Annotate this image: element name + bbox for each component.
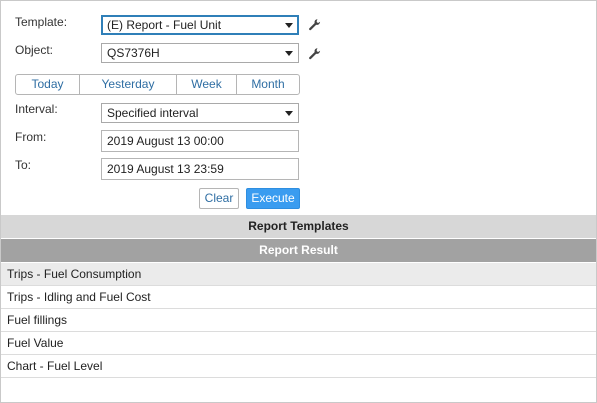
interval-select-value: Specified interval	[107, 106, 199, 120]
wrench-icon[interactable]	[308, 18, 322, 32]
object-select-value: QS7376H	[107, 46, 160, 60]
clear-button[interactable]: Clear	[199, 188, 239, 209]
report-item-trips-idling-fuel-cost[interactable]: Trips - Idling and Fuel Cost	[1, 286, 596, 309]
report-item-trips-fuel-consumption[interactable]: Trips - Fuel Consumption	[1, 263, 596, 286]
chevron-down-icon	[285, 51, 293, 56]
chevron-down-icon	[285, 23, 293, 28]
template-select-value: (E) Report - Fuel Unit	[107, 18, 222, 32]
report-item-fuel-value[interactable]: Fuel Value	[1, 332, 596, 355]
template-label: Template:	[15, 15, 68, 29]
report-form: Template: (E) Report - Fuel Unit Object:…	[1, 1, 596, 214]
interval-select[interactable]: Specified interval	[101, 103, 299, 123]
report-templates-header[interactable]: Report Templates	[1, 215, 596, 238]
to-label: To:	[15, 158, 32, 172]
to-datetime-input[interactable]	[101, 158, 299, 180]
interval-label: Interval:	[15, 102, 58, 116]
object-select[interactable]: QS7376H	[101, 43, 299, 63]
execute-button[interactable]: Execute	[246, 188, 300, 209]
report-item-fuel-fillings[interactable]: Fuel fillings	[1, 309, 596, 332]
template-select[interactable]: (E) Report - Fuel Unit	[101, 15, 299, 35]
period-yesterday-button[interactable]: Yesterday	[80, 75, 177, 94]
period-month-button[interactable]: Month	[237, 75, 299, 94]
chevron-down-icon	[285, 111, 293, 116]
period-week-button[interactable]: Week	[177, 75, 237, 94]
report-result-header[interactable]: Report Result	[1, 239, 596, 262]
period-today-button[interactable]: Today	[16, 75, 80, 94]
from-label: From:	[15, 130, 47, 144]
from-datetime-input[interactable]	[101, 130, 299, 152]
wrench-icon[interactable]	[308, 47, 322, 61]
report-item-chart-fuel-level[interactable]: Chart - Fuel Level	[1, 355, 596, 378]
period-button-group: Today Yesterday Week Month	[15, 74, 300, 95]
reports-panel: Template: (E) Report - Fuel Unit Object:…	[0, 0, 597, 403]
report-template-list: Trips - Fuel Consumption Trips - Idling …	[1, 263, 596, 378]
object-label: Object:	[15, 43, 54, 57]
